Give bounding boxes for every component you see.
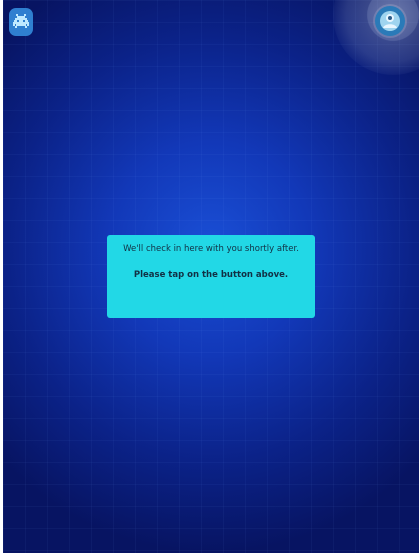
game-menu-button[interactable]: [9, 8, 33, 36]
instruction-dialog: We'll check in here with you shortly aft…: [107, 235, 315, 318]
user-profile-icon: [380, 11, 400, 31]
app-screen: We'll check in here with you shortly aft…: [3, 0, 419, 553]
tap-instruction-text: Please tap on the button above.: [133, 270, 289, 280]
space-invader-icon: [13, 14, 29, 28]
profile-button[interactable]: [375, 6, 405, 36]
instruction-text: We'll check in here with you shortly aft…: [123, 244, 299, 254]
